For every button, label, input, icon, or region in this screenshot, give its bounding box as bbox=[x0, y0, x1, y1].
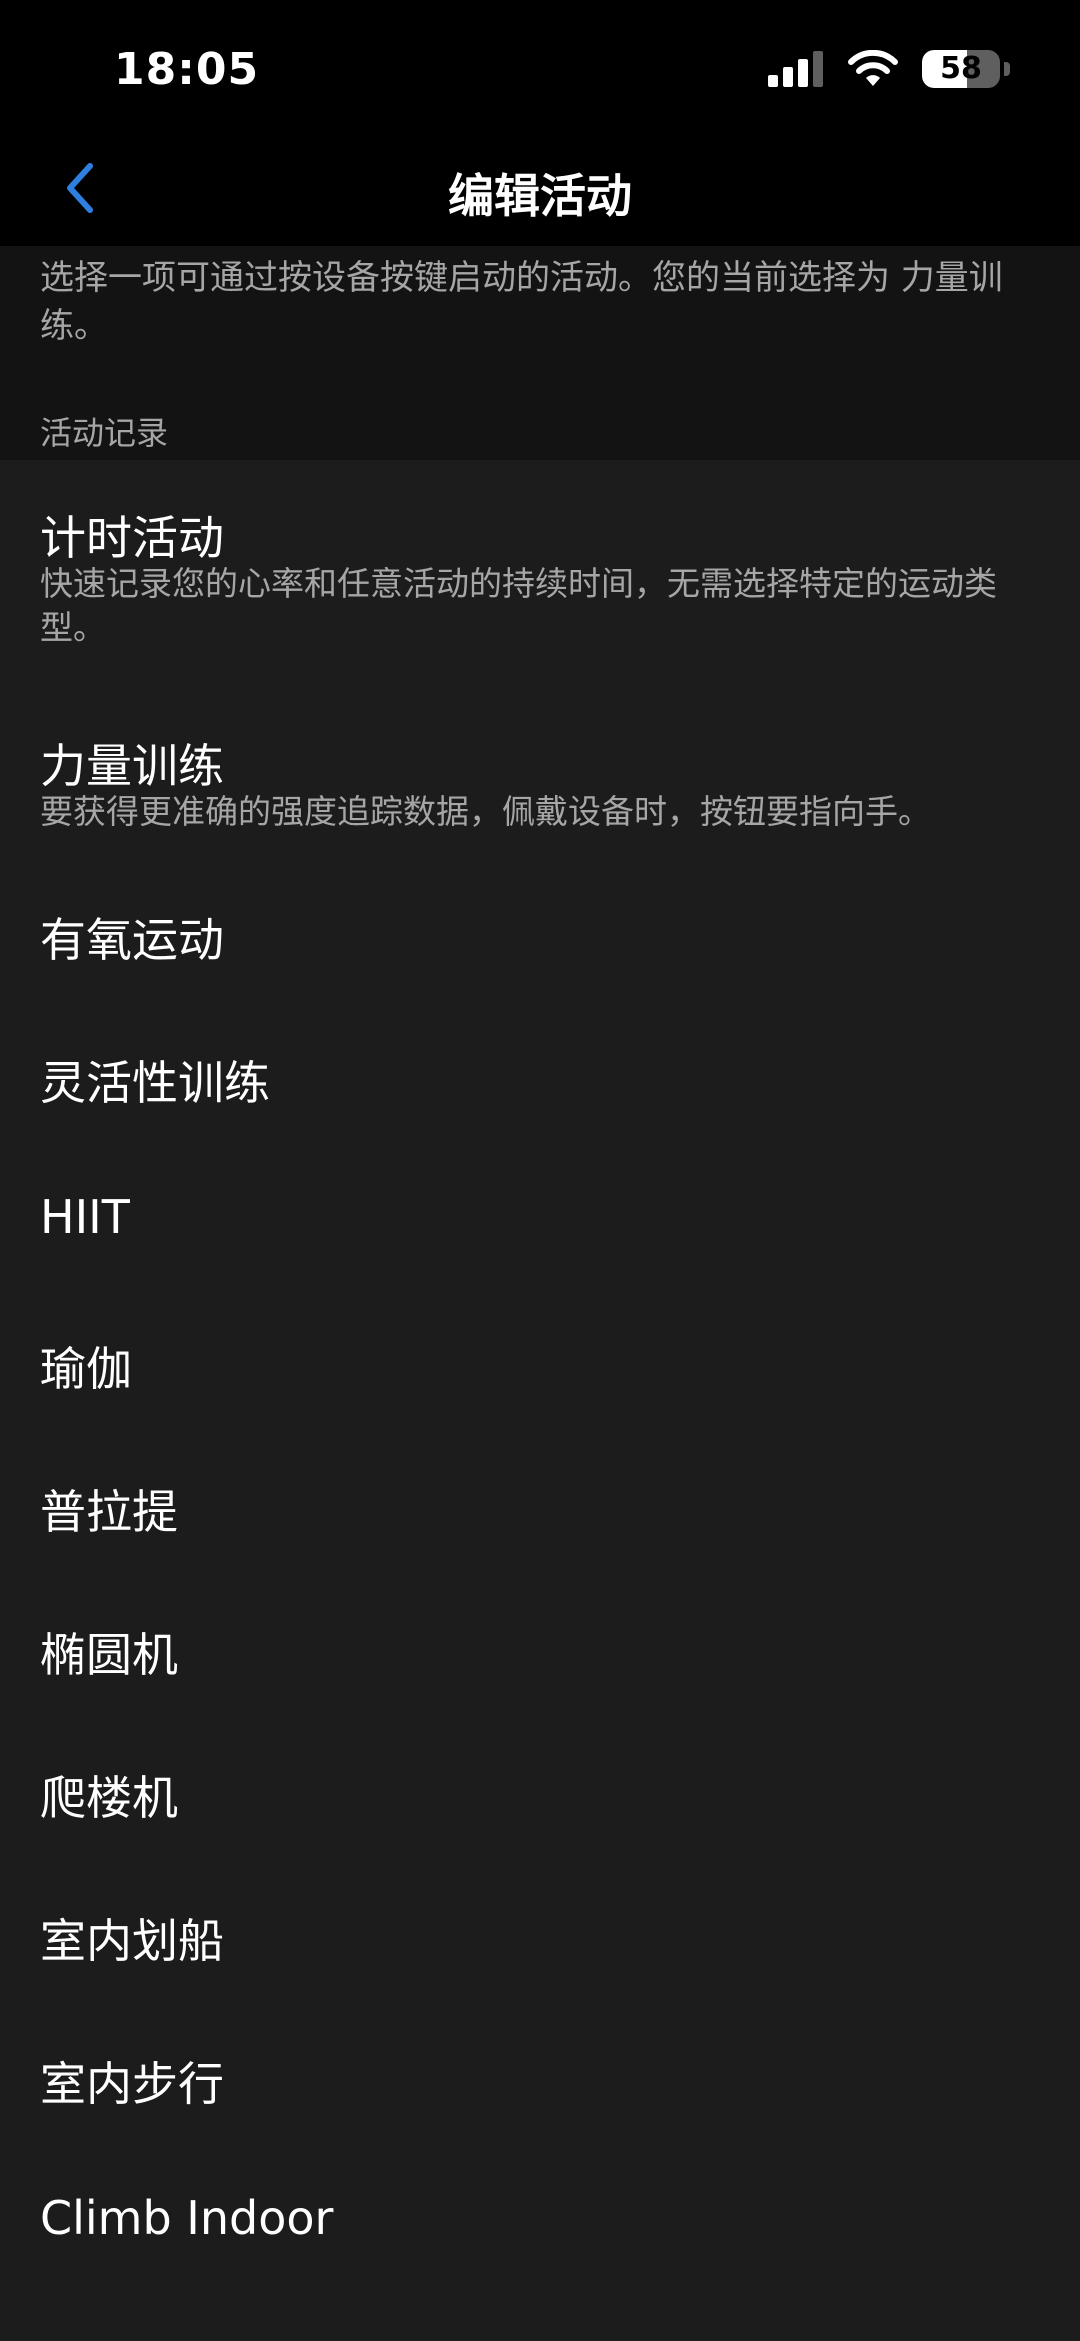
list-item-flexibility[interactable]: 灵活性训练 bbox=[0, 1003, 1080, 1146]
intro-section: 选择一项可通过按设备按键启动的活动。您的当前选择为 力量训练。 活动记录 bbox=[0, 246, 1080, 460]
item-title: 有氧运动 bbox=[40, 913, 224, 967]
wifi-icon bbox=[848, 50, 898, 86]
item-title: 灵活性训练 bbox=[40, 1056, 270, 1110]
list-item-strength-training[interactable]: 力量训练 要获得更准确的强度追踪数据，佩戴设备时，按钮要指向手。 bbox=[0, 682, 1080, 860]
status-icons: 58 bbox=[768, 50, 1010, 88]
list-item-indoor-rowing[interactable]: 室内划船 bbox=[0, 1861, 1080, 2004]
section-header: 活动记录 bbox=[40, 414, 169, 452]
list-item-indoor-walking[interactable]: 室内步行 bbox=[0, 2004, 1080, 2147]
item-title: HIIT bbox=[40, 1190, 130, 1244]
item-title: 室内划船 bbox=[40, 1914, 224, 1968]
item-title: 瑜伽 bbox=[40, 1342, 132, 1396]
activity-list: 计时活动 快速记录您的心率和任意活动的持续时间，无需选择特定的运动类型。 力量训… bbox=[0, 460, 1080, 2341]
list-item-climb-indoor[interactable]: Climb Indoor bbox=[0, 2147, 1080, 2290]
battery-cap bbox=[1004, 62, 1010, 76]
list-item-yoga[interactable]: 瑜伽 bbox=[0, 1289, 1080, 1432]
item-description: 快速记录您的心率和任意活动的持续时间，无需选择特定的运动类型。 bbox=[40, 564, 997, 647]
list-item-elliptical[interactable]: 椭圆机 bbox=[0, 1575, 1080, 1718]
status-bar: 18:05 58 bbox=[0, 0, 1080, 130]
battery-level: 58 bbox=[940, 51, 982, 86]
list-item-cardio[interactable]: 有氧运动 bbox=[0, 860, 1080, 1003]
item-description: 要获得更准确的强度追踪数据，佩戴设备时，按钮要指向手。 bbox=[40, 792, 931, 831]
status-time: 18:05 bbox=[114, 44, 260, 95]
item-title: 爬楼机 bbox=[40, 1771, 178, 1825]
list-item-pilates[interactable]: 普拉提 bbox=[0, 1432, 1080, 1575]
nav-bar: 编辑活动 bbox=[0, 130, 1080, 246]
battery-icon: 58 bbox=[922, 50, 1000, 88]
page-title: 编辑活动 bbox=[448, 169, 632, 223]
item-title: 计时活动 bbox=[40, 511, 224, 565]
signal-icon bbox=[768, 51, 823, 87]
item-title: 椭圆机 bbox=[40, 1628, 178, 1682]
list-item-stair-stepper[interactable]: 爬楼机 bbox=[0, 1718, 1080, 1861]
intro-text: 选择一项可通过按设备按键启动的活动。您的当前选择为 力量训练。 bbox=[40, 258, 1003, 346]
item-title: 室内步行 bbox=[40, 2057, 224, 2111]
list-item-timed-activity[interactable]: 计时活动 快速记录您的心率和任意活动的持续时间，无需选择特定的运动类型。 bbox=[0, 460, 1080, 682]
item-title: 力量训练 bbox=[40, 739, 224, 793]
item-title: 普拉提 bbox=[40, 1485, 178, 1539]
list-item-hiit[interactable]: HIIT bbox=[0, 1146, 1080, 1289]
item-title: Climb Indoor bbox=[40, 2191, 334, 2245]
